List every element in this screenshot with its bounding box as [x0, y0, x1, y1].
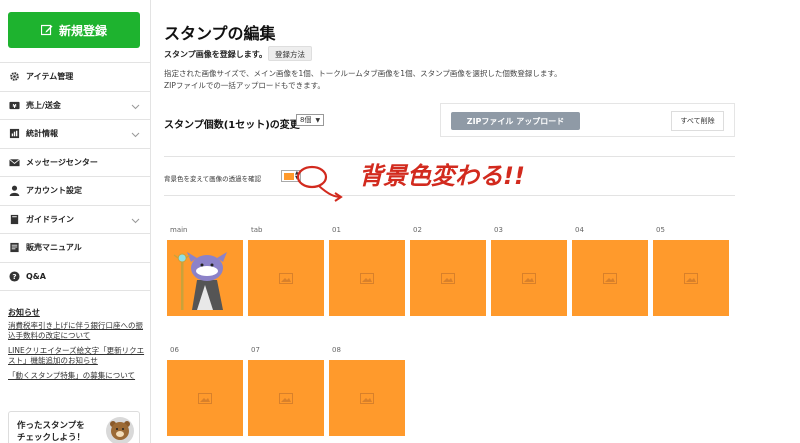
new-registration-label: 新規登録 [58, 23, 107, 38]
sidebar-item-label: アカウント設定 [26, 186, 82, 196]
sidebar-item-label: Q&A [26, 271, 46, 281]
sidebar-item-statistics[interactable]: 統計情報 [0, 120, 150, 149]
image-placeholder-icon [198, 392, 212, 404]
svg-text:¥: ¥ [12, 104, 16, 110]
slot-label: 03 [494, 226, 503, 234]
image-placeholder-icon [441, 272, 455, 284]
annotation-text: 背景色変わる!! [359, 162, 525, 190]
image-placeholder-icon [360, 392, 374, 404]
stamp-count-label: スタンプ個数(1セット)の変更 [164, 120, 300, 131]
stamp-tile[interactable] [572, 240, 648, 316]
image-placeholder-icon [603, 272, 617, 284]
yen-icon: ¥ [8, 99, 20, 111]
background-color-label: 背景色を変えて画像の透過を確認 [164, 175, 262, 183]
new-registration-button[interactable]: 新規登録 [8, 12, 140, 48]
question-icon: ? [8, 270, 20, 282]
slot-label: 01 [332, 226, 341, 234]
stamp-count-value: 8個 [300, 116, 312, 124]
sidebar-item-account-settings[interactable]: アカウント設定 [0, 177, 150, 206]
register-instruction: スタンプ画像を登録します。 [164, 50, 267, 59]
chevron-down-icon[interactable] [131, 102, 140, 111]
sidebar-item-sales[interactable]: ¥ 売上/送金 [0, 92, 150, 120]
description-line-2: ZIPファイルでの一括アップロードもできます。 [164, 81, 325, 90]
sidebar: 新規登録 アイテム管理 ¥ 売上/送金 統計情報 メッセージセンター アカウント… [0, 0, 151, 443]
slot-label: 07 [251, 346, 260, 354]
stamp-tile[interactable] [248, 360, 324, 436]
stamp-tile[interactable] [410, 240, 486, 316]
sidebar-item-label: 売上/送金 [26, 100, 61, 110]
slot-label: 04 [575, 226, 584, 234]
how-to-register-button[interactable]: 登録方法 [268, 46, 312, 61]
stamp-tile[interactable] [248, 240, 324, 316]
stamp-tile[interactable] [491, 240, 567, 316]
stamp-tile[interactable] [329, 360, 405, 436]
chevron-down-icon[interactable] [131, 216, 140, 225]
image-placeholder-icon [360, 272, 374, 284]
sidebar-item-label: 統計情報 [26, 129, 58, 139]
notice-title: お知らせ [8, 308, 40, 317]
main-content: スタンプの編集 スタンプ画像を登録します。 登録方法 指定された画像サイズで、メ… [151, 0, 800, 443]
delete-all-button[interactable]: すべて削除 [671, 111, 724, 131]
annotation-circle [296, 165, 328, 189]
image-placeholder-icon [279, 392, 293, 404]
slot-label: 08 [332, 346, 341, 354]
slot-label: 06 [170, 346, 179, 354]
sidebar-item-label: ガイドライン [26, 214, 74, 224]
bear-icon [106, 417, 134, 443]
notice-link[interactable]: 「動くスタンプ特集」の募集について [8, 371, 148, 381]
edit-icon [40, 24, 53, 36]
character-image [173, 252, 227, 310]
sidebar-item-guideline[interactable]: ガイドライン [0, 206, 150, 234]
dropdown-arrow-icon: ▼ [315, 116, 321, 124]
notice-link[interactable]: LINEクリエイターズ絵文字「更新リクエスト」機能追加のお知らせ [8, 346, 148, 366]
image-placeholder-icon [522, 272, 536, 284]
svg-text:?: ? [12, 272, 16, 281]
image-placeholder-icon [684, 272, 698, 284]
zip-upload-button[interactable]: ZIPファイル アップロード [451, 112, 580, 130]
sidebar-item-sales-manual[interactable]: 販売マニュアル [0, 234, 150, 263]
manual-icon [8, 242, 20, 254]
description-line-1: 指定された画像サイズで、メイン画像を1個、トークルームタブ画像を1個、スタンプ画… [164, 69, 562, 78]
notice-link[interactable]: 消費税率引き上げに伴う銀行口座への振込手数料の改定について [8, 321, 148, 341]
slot-label: tab [251, 226, 263, 234]
gear-icon [8, 71, 20, 83]
stamp-tile[interactable] [329, 240, 405, 316]
page-title: スタンプの編集 [164, 24, 276, 43]
sidebar-menu: アイテム管理 ¥ 売上/送金 統計情報 メッセージセンター アカウント設定 ガイ… [0, 62, 150, 291]
sidebar-item-qa[interactable]: ? Q&A [0, 263, 150, 291]
chart-icon [8, 128, 20, 140]
stamp-tile[interactable] [167, 240, 243, 316]
sidebar-item-item-management[interactable]: アイテム管理 [0, 63, 150, 92]
slot-label: 05 [656, 226, 665, 234]
person-icon [8, 185, 20, 197]
slot-label: main [170, 226, 188, 234]
handwritten-annotation: 背景色変わる!! [296, 162, 525, 202]
sidebar-item-label: メッセージセンター [26, 157, 98, 167]
chevron-down-icon[interactable] [131, 130, 140, 139]
mail-icon [8, 156, 20, 168]
sidebar-item-label: アイテム管理 [26, 72, 74, 82]
sidebar-item-label: 販売マニュアル [26, 243, 82, 253]
sidebar-item-message-center[interactable]: メッセージセンター [0, 149, 150, 177]
slot-label: 02 [413, 226, 422, 234]
promo-text: 作ったスタンプを チェックしよう！ [17, 421, 86, 443]
stamp-tile[interactable] [653, 240, 729, 316]
upload-panel: ZIPファイル アップロード すべて削除 [440, 103, 735, 137]
book-icon [8, 213, 20, 225]
image-placeholder-icon [279, 272, 293, 284]
promo-banner[interactable]: 作ったスタンプを チェックしよう！ [8, 411, 140, 443]
stamp-tile[interactable] [167, 360, 243, 436]
stamp-count-select[interactable]: 8個 ▼ [296, 114, 325, 126]
